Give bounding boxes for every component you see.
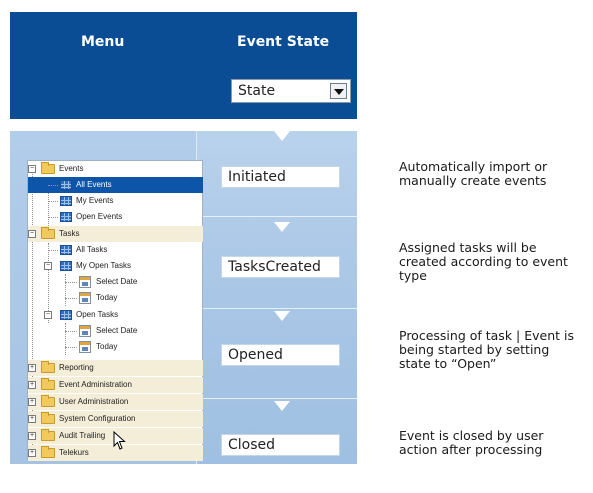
folder-icon: [41, 361, 55, 373]
tree-connector: [48, 185, 58, 186]
collapse-icon[interactable]: −: [44, 262, 52, 270]
header-band: Menu Event State State: [10, 12, 357, 119]
section-divider: [196, 308, 357, 309]
tree-item-open-tasks[interactable]: − Open Tasks: [28, 307, 203, 323]
flow-arrow-icon: [274, 311, 290, 321]
tree-item-label: Today: [96, 342, 118, 351]
tree-item-label: All Events: [76, 180, 112, 189]
state-opened: Opened: [221, 344, 340, 366]
tree-item-label: My Events: [76, 196, 114, 205]
description-tasks-created: Assigned tasks will be created according…: [399, 240, 568, 283]
expand-icon[interactable]: +: [28, 449, 36, 457]
folder-icon: [41, 378, 55, 390]
grid-icon: [60, 310, 72, 320]
tree-item-all-tasks[interactable]: All Tasks: [28, 242, 203, 258]
tree-item-tasks[interactable]: − Tasks: [28, 226, 203, 242]
tree-item-reporting[interactable]: + Reporting: [28, 360, 203, 376]
chevron-down-icon[interactable]: [330, 83, 347, 99]
tree-connector: [65, 331, 77, 332]
tree-item-system-configuration[interactable]: + System Configuration: [28, 411, 203, 427]
grid-icon: [60, 261, 72, 271]
state-dropdown[interactable]: State: [231, 79, 351, 103]
tree-connector: [65, 347, 77, 348]
tree-item-label: Select Date: [96, 277, 138, 286]
navigation-tree: − Events All Events My Events Open Event…: [27, 160, 203, 461]
tree-item-events[interactable]: − Events: [28, 161, 203, 177]
expand-icon[interactable]: +: [28, 364, 36, 372]
flow-arrow-icon: [274, 131, 290, 141]
section-divider: [196, 398, 357, 399]
tree-item-label: Tasks: [59, 229, 80, 238]
calendar-icon: [79, 341, 91, 353]
event-state-column-title: Event State: [237, 34, 330, 50]
expand-icon[interactable]: +: [28, 432, 36, 440]
folder-icon: [41, 429, 55, 441]
collapse-icon[interactable]: −: [44, 311, 52, 319]
tree-item-today[interactable]: Today: [28, 290, 203, 306]
expand-icon[interactable]: +: [28, 398, 36, 406]
folder-icon: [41, 162, 55, 174]
tree-connector: [48, 250, 58, 251]
tree-item-my-events[interactable]: My Events: [28, 193, 203, 209]
grid-icon: [60, 180, 72, 190]
description-initiated: Automatically import or manually create …: [399, 159, 548, 188]
collapse-icon[interactable]: −: [28, 165, 36, 173]
menu-column-title: Menu: [81, 34, 125, 50]
grid-icon: [60, 245, 72, 255]
flow-arrow-icon: [274, 222, 290, 232]
tree-item-my-open-tasks[interactable]: − My Open Tasks: [28, 258, 203, 274]
expand-icon[interactable]: +: [28, 415, 36, 423]
tree-item-label: Open Tasks: [76, 310, 119, 319]
tree-item-label: Open Events: [76, 212, 123, 221]
tree-item-label: Select Date: [96, 326, 138, 335]
folder-icon: [41, 395, 55, 407]
tree-item-label: Event Administration: [59, 380, 132, 389]
flow-arrow-icon: [274, 401, 290, 411]
tree-item-label: Telekurs: [59, 448, 89, 457]
grid-icon: [60, 196, 72, 206]
state-dropdown-value: State: [238, 83, 276, 99]
state-initiated: Initiated: [221, 166, 340, 188]
state-closed: Closed: [221, 434, 340, 456]
tree-connector: [48, 201, 58, 202]
calendar-icon: [79, 325, 91, 337]
tree-item-label: User Administration: [59, 397, 129, 406]
folder-icon: [41, 412, 55, 424]
expand-icon[interactable]: +: [28, 381, 36, 389]
tree-item-user-administration[interactable]: + User Administration: [28, 394, 203, 410]
grid-icon: [60, 212, 72, 222]
folder-icon: [41, 446, 55, 458]
collapse-icon[interactable]: −: [28, 230, 36, 238]
tree-item-label: System Configuration: [59, 414, 136, 423]
tree-item-select-date[interactable]: Select Date: [28, 274, 203, 290]
tree-item-label: Today: [96, 293, 118, 302]
section-divider: [196, 216, 357, 217]
folder-icon: [41, 227, 55, 239]
description-closed: Event is closed by user action after pro…: [399, 428, 544, 457]
tree-item-label: All Tasks: [76, 245, 108, 254]
tree-item-event-administration[interactable]: + Event Administration: [28, 377, 203, 393]
tree-item-label: Events: [59, 164, 84, 173]
tree-item-select-date[interactable]: Select Date: [28, 323, 203, 339]
mouse-pointer-icon: [113, 431, 126, 450]
flow-arrow-icon: [274, 486, 290, 493]
tree-item-label: Audit Trailing: [59, 431, 106, 440]
tree-item-label: Reporting: [59, 363, 94, 372]
tree-item-open-events[interactable]: Open Events: [28, 209, 203, 225]
description-opened: Processing of task | Event is being star…: [399, 328, 574, 371]
state-tasks-created: TasksCreated: [221, 256, 340, 278]
tree-connector: [65, 282, 77, 283]
tree-item-label: My Open Tasks: [76, 261, 131, 270]
calendar-icon: [79, 276, 91, 288]
tree-item-today[interactable]: Today: [28, 339, 203, 355]
tree-connector: [48, 217, 58, 218]
tree-connector: [65, 298, 77, 299]
calendar-icon: [79, 292, 91, 304]
tree-item-all-events[interactable]: All Events: [28, 177, 203, 193]
